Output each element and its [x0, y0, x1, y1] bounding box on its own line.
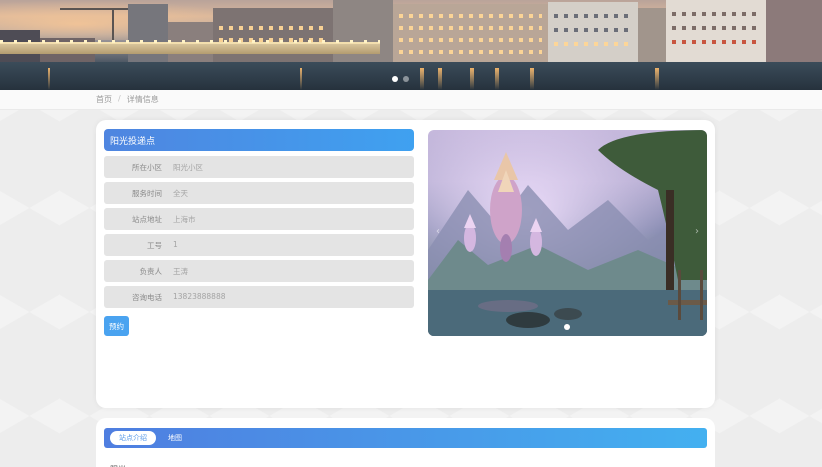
banner-carousel[interactable]: [0, 0, 822, 90]
breadcrumb: 首页 / 详情信息: [96, 94, 159, 105]
banner-building: [766, 0, 822, 62]
info-value: 1: [173, 240, 178, 249]
info-row-service-time: 服务时间 全天: [104, 182, 414, 204]
carousel-next-icon[interactable]: ›: [695, 226, 699, 237]
info-row-phone: 咨询电话 13823888888: [104, 286, 414, 308]
tabs-card: 站点介绍 地图 阳光: [96, 418, 715, 467]
info-row-manager: 负责人 王涛: [104, 260, 414, 282]
banner-building: [666, 0, 766, 62]
info-label: 工号: [147, 241, 162, 250]
info-value: 上海市: [173, 215, 196, 224]
banner-pagination: [392, 76, 409, 82]
info-label: 站点地址: [132, 215, 162, 224]
banner-dot[interactable]: [392, 76, 398, 82]
banner-water: [0, 62, 822, 90]
tab-map[interactable]: 地图: [162, 431, 188, 445]
banner-crane-mast: [112, 8, 114, 42]
info-row-staff-id: 工号 1: [104, 234, 414, 256]
breadcrumb-bar: 首页 / 详情信息: [0, 90, 822, 110]
info-label: 所在小区: [132, 163, 162, 172]
banner-building: [393, 4, 548, 62]
info-label: 服务时间: [132, 189, 162, 198]
banner-bridge: [0, 42, 380, 54]
info-label: 咨询电话: [132, 293, 162, 302]
banner-bridge-lights: [0, 40, 380, 43]
info-value: 全天: [173, 189, 188, 198]
fantasy-landscape-image: [428, 130, 707, 336]
breadcrumb-home[interactable]: 首页: [96, 94, 112, 105]
info-value: 13823888888: [173, 292, 226, 301]
banner-crane: [60, 8, 130, 10]
info-value: 阳光小区: [173, 163, 203, 172]
image-carousel[interactable]: ‹ ›: [428, 130, 707, 336]
banner-building: [548, 2, 638, 62]
detail-card: 阳光投递点 所在小区 阳光小区 服务时间 全天 站点地址 上海市 工号 1 负责…: [96, 120, 715, 408]
detail-title-bar: 阳光投递点: [104, 129, 414, 151]
breadcrumb-current: 详情信息: [126, 95, 159, 104]
detail-title: 阳光投递点: [110, 137, 156, 147]
carousel-dot[interactable]: [564, 324, 570, 330]
info-label: 负责人: [139, 267, 163, 276]
banner-building: [638, 8, 666, 62]
carousel-prev-icon[interactable]: ‹: [436, 226, 440, 237]
info-row-address: 站点地址 上海市: [104, 208, 414, 230]
banner-dot[interactable]: [403, 76, 409, 82]
reserve-button[interactable]: 预约: [104, 316, 129, 336]
breadcrumb-separator: /: [118, 94, 121, 103]
tabs-bar: 站点介绍 地图: [104, 428, 707, 448]
tab-site-intro[interactable]: 站点介绍: [110, 431, 156, 445]
info-row-community: 所在小区 阳光小区: [104, 156, 414, 178]
info-value: 王涛: [173, 267, 188, 276]
